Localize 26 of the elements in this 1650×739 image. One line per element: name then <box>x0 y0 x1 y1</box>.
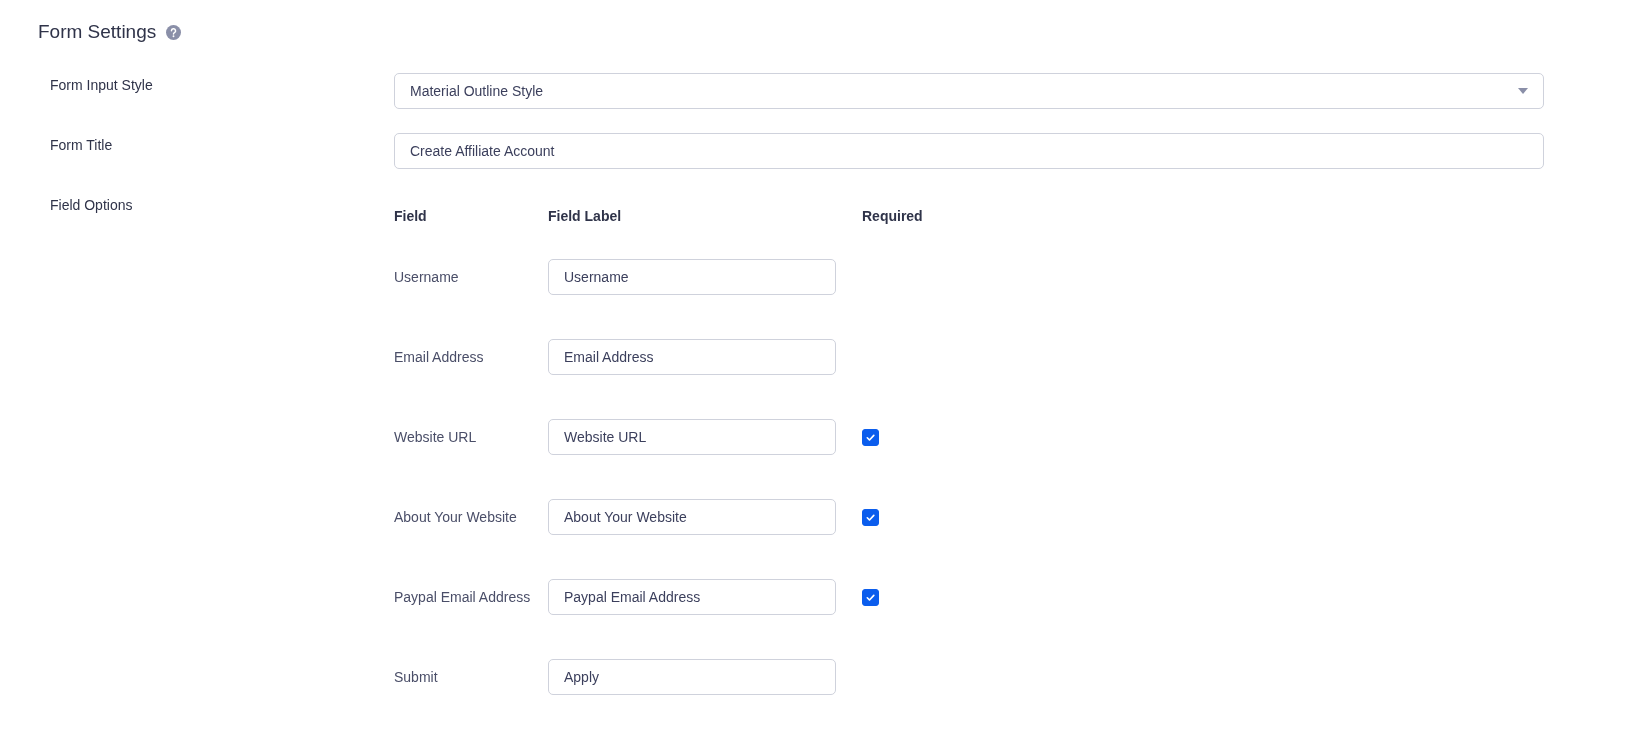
required-checkbox[interactable] <box>862 508 879 526</box>
field-name: Submit <box>394 669 439 685</box>
column-header: Field Label <box>548 208 622 224</box>
setting-label: Form Input Style <box>49 76 154 95</box>
field-label-input[interactable]: Website URL <box>548 419 836 455</box>
field-label-input[interactable]: Email Address <box>548 339 836 375</box>
field-label-input[interactable]: Apply <box>548 659 836 695</box>
required-checkbox[interactable] <box>862 588 879 606</box>
help-icon[interactable] <box>166 24 182 40</box>
setting-label: Form Title <box>49 136 114 155</box>
setting-label: Field Options <box>49 196 134 215</box>
field-name: Website URL <box>394 429 478 445</box>
column-header: Required <box>862 208 923 224</box>
field-label-input[interactable]: About Your Website <box>548 499 836 535</box>
form-title-field[interactable]: Create Affiliate Account <box>394 133 1544 169</box>
required-checkbox[interactable] <box>862 428 879 446</box>
input-style-dropdown[interactable]: Material Outline Style <box>394 73 1544 109</box>
field-label-input[interactable]: Paypal Email Address <box>548 579 836 615</box>
field-name: About Your Website <box>394 509 518 525</box>
field-name: Paypal Email Address <box>394 589 532 605</box>
field-label-input[interactable]: Username <box>548 259 836 295</box>
section-title: Form Settings <box>38 21 157 43</box>
column-header: Field <box>394 208 427 224</box>
field-name: Email Address <box>394 349 485 365</box>
caret-icon <box>1518 88 1528 94</box>
field-name: Username <box>394 269 460 285</box>
